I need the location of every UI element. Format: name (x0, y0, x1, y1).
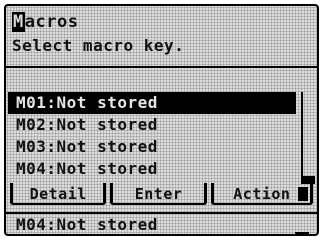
scroll-indicator-icon (295, 232, 309, 234)
device-screen: Macros Select macro key. M01:Not stored … (0, 0, 323, 243)
instruction-text: Select macro key. (12, 36, 185, 55)
list-scrollbar[interactable] (301, 92, 315, 184)
detail-softkey[interactable]: Detail (10, 183, 107, 205)
footer-row-label: M04:Not stored (16, 215, 158, 234)
macro-item-label: M01:Not stored (16, 93, 158, 112)
macro-item-label: M04:Not stored (16, 159, 158, 178)
title-lead-letter: M (12, 12, 25, 32)
macro-list: M01:Not stored M02:Not stored M03:Not st… (6, 92, 317, 180)
page-title: Macros (12, 12, 78, 32)
action-softkey[interactable]: Action (210, 183, 314, 205)
macro-item-label: M03:Not stored (16, 137, 158, 156)
footer-macro-row[interactable]: M04:Not stored (6, 212, 317, 234)
macro-item-m02[interactable]: M02:Not stored (6, 114, 317, 136)
macro-item-m01[interactable]: M01:Not stored (8, 92, 296, 114)
title-rest: acros (24, 12, 79, 32)
enter-softkey[interactable]: Enter (110, 183, 207, 205)
macros-header: Macros Select macro key. (6, 6, 317, 68)
enter-softkey-label: Enter (134, 185, 183, 203)
macro-item-m03[interactable]: M03:Not stored (6, 136, 317, 158)
macro-item-label: M02:Not stored (16, 115, 158, 134)
macro-item-m04[interactable]: M04:Not stored (6, 158, 317, 180)
action-softkey-label: Action (233, 185, 291, 203)
lcd-panel: Macros Select macro key. M01:Not stored … (4, 4, 319, 236)
detail-softkey-label: Detail (29, 185, 87, 203)
more-indicator-icon (298, 187, 309, 201)
softkey-bar: Detail Enter Action (6, 182, 317, 206)
